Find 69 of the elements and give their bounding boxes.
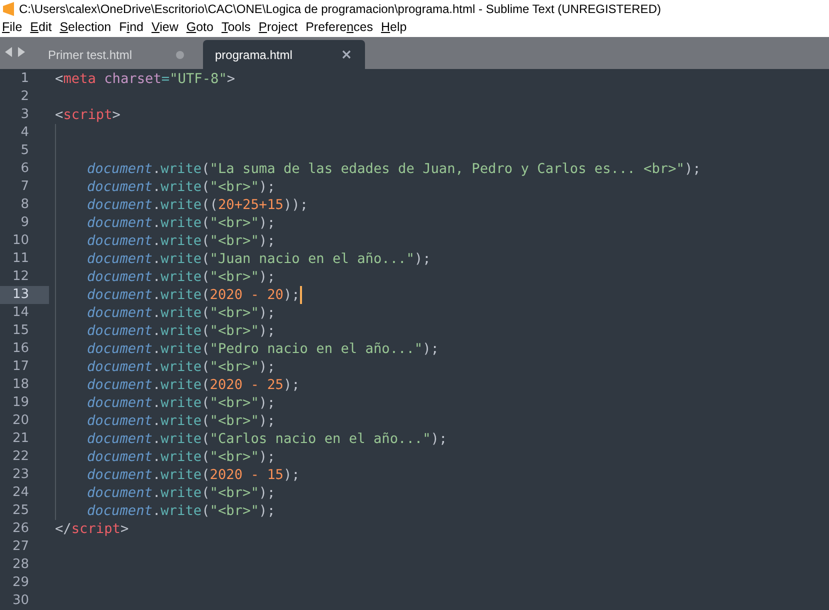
line-number: 16 bbox=[11, 340, 30, 358]
line-number: 27 bbox=[11, 538, 30, 556]
code-line: document.write("<br>"); bbox=[87, 214, 276, 232]
code-line: document.write("<br>"); bbox=[87, 232, 276, 250]
code-line: <script> bbox=[55, 106, 120, 124]
line-number: 24 bbox=[11, 484, 30, 502]
line-number: 25 bbox=[11, 502, 30, 520]
menu-item[interactable]: File bbox=[0, 20, 28, 34]
code-line: </script> bbox=[55, 520, 129, 538]
line-number: 28 bbox=[11, 556, 30, 574]
menu-item[interactable]: Selection bbox=[58, 20, 118, 34]
window-title: C:\Users\calex\OneDrive\Escritorio\CAC\ONE\Logica de programacion\programa.html - Sublime Text (UNREGISTERED) bbox=[19, 2, 661, 16]
text-cursor bbox=[300, 286, 302, 304]
menu-item[interactable]: Help bbox=[379, 20, 413, 34]
code-line: document.write("<br>"); bbox=[87, 268, 276, 286]
menu-item[interactable]: Tools bbox=[219, 20, 257, 34]
line-number: 17 bbox=[11, 358, 30, 376]
code-line: document.write(2020 - 25); bbox=[87, 376, 300, 394]
line-number: 7 bbox=[20, 178, 30, 196]
line-number: 6 bbox=[20, 160, 30, 178]
line-number: 5 bbox=[20, 142, 30, 160]
menu-item[interactable]: Goto bbox=[184, 20, 220, 34]
code-line: document.write("<br>"); bbox=[87, 304, 276, 322]
line-number: 15 bbox=[11, 322, 30, 340]
line-number: 2 bbox=[20, 88, 30, 106]
line-number: 29 bbox=[11, 574, 30, 592]
line-number: 21 bbox=[11, 430, 30, 448]
code-line: document.write("<br>"); bbox=[87, 178, 276, 196]
close-icon[interactable] bbox=[342, 50, 351, 60]
code-line: document.write((20+25+15)); bbox=[87, 196, 308, 214]
code-line: document.write("<br>"); bbox=[87, 448, 276, 466]
menu-item[interactable]: Find bbox=[117, 20, 150, 34]
line-number: 13 bbox=[0, 286, 49, 304]
code-line: document.write("<br>"); bbox=[87, 322, 276, 340]
line-number: 23 bbox=[11, 466, 30, 484]
code-line: document.write("<br>"); bbox=[87, 394, 276, 412]
line-number: 30 bbox=[11, 592, 30, 610]
app-logo-icon bbox=[2, 2, 15, 16]
code-line: document.write("Carlos nacio en el año..."); bbox=[87, 430, 448, 448]
code-line: document.write(2020 - 20); bbox=[87, 286, 300, 304]
code-line: document.write("<br>"); bbox=[87, 358, 276, 376]
menu-item[interactable]: View bbox=[149, 20, 184, 34]
code-line: document.write("<br>"); bbox=[87, 502, 276, 520]
file-tab[interactable]: programa.html bbox=[203, 40, 365, 70]
line-number: 18 bbox=[11, 376, 30, 394]
line-number: 14 bbox=[11, 304, 30, 322]
line-number: 11 bbox=[11, 250, 30, 268]
code-line: document.write("<br>"); bbox=[87, 484, 276, 502]
line-number: 4 bbox=[20, 124, 30, 142]
line-number: 12 bbox=[11, 268, 30, 286]
line-number: 1 bbox=[20, 70, 30, 88]
code-line: document.write("<br>"); bbox=[87, 412, 276, 430]
code-line: document.write("Pedro nacio en el año..."); bbox=[87, 340, 439, 358]
unsaved-dot-icon bbox=[176, 50, 184, 59]
line-number: 9 bbox=[20, 214, 30, 232]
menu-item[interactable]: Preferences bbox=[304, 20, 379, 34]
line-number: 20 bbox=[11, 412, 30, 430]
code-line: <meta charset="UTF-8"> bbox=[55, 70, 236, 88]
code-line: document.write("Juan nacio en el año..."); bbox=[87, 250, 431, 268]
line-number: 3 bbox=[20, 106, 30, 124]
line-number: 22 bbox=[11, 448, 30, 466]
line-number: 10 bbox=[11, 232, 30, 250]
menu-item[interactable]: Edit bbox=[28, 20, 58, 34]
line-number: 19 bbox=[11, 394, 30, 412]
code-line: document.write("La suma de las edades de Juan, Pedro y Carlos es... <br>"); bbox=[87, 160, 701, 178]
code-line: document.write(2020 - 15); bbox=[87, 466, 300, 484]
line-number: 26 bbox=[11, 520, 30, 538]
menu-item[interactable]: Project bbox=[256, 20, 304, 34]
line-number: 8 bbox=[20, 196, 30, 214]
